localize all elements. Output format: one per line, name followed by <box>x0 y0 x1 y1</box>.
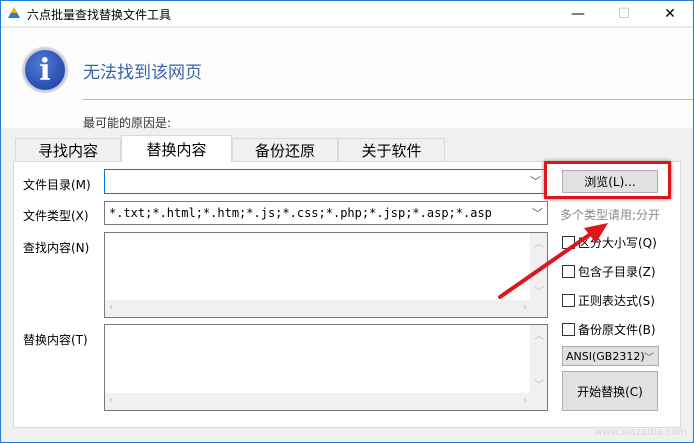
tab-replace[interactable]: 替换内容 <box>121 135 232 162</box>
app-window: 六点批量查找替换文件工具 — ☐ ✕ i 无法找到该网页 最可能的原因是: 寻找… <box>0 0 694 443</box>
chevron-down-icon[interactable]: ﹀ <box>532 205 543 221</box>
checkbox-box[interactable] <box>562 265 575 278</box>
title-bar: 六点批量查找替换文件工具 — ☐ ✕ <box>1 1 693 27</box>
encoding-select[interactable]: ANSI(GB2312) ﹀ <box>562 346 659 366</box>
type-hint: 多个类型请用;分开 <box>560 208 661 222</box>
replace-textarea[interactable]: ︿ ﹀ ‹ › <box>104 324 548 411</box>
checkbox-label: 区分大小写(Q) <box>578 236 657 250</box>
find-label: 查找内容(N) <box>23 241 90 255</box>
type-label: 文件类型(X) <box>23 209 89 223</box>
minimize-button[interactable]: — <box>555 1 601 27</box>
error-reason: 最可能的原因是: <box>83 116 172 130</box>
app-logo-icon <box>8 7 20 18</box>
error-header: i 无法找到该网页 最可能的原因是: <box>1 28 693 130</box>
checkbox-box[interactable] <box>562 323 575 336</box>
checkbox-label: 包含子目录(Z) <box>578 265 656 279</box>
checkbox-box[interactable] <box>562 236 575 249</box>
highlight-box <box>544 161 671 199</box>
type-value: *.txt;*.html;*.htm;*.js;*.css;*.php;*.js… <box>109 206 492 220</box>
window-title: 六点批量查找替换文件工具 <box>27 8 172 22</box>
chevron-down-icon[interactable]: ﹀ <box>644 349 654 364</box>
divider <box>83 99 693 100</box>
horizontal-scrollbar[interactable]: ‹ › <box>105 393 547 410</box>
watermark: www.xiazaiba.com <box>594 427 687 438</box>
backup-checkbox[interactable]: 备份原文件(B) <box>562 321 656 338</box>
type-combobox[interactable]: *.txt;*.html;*.htm;*.js;*.css;*.php;*.js… <box>104 201 548 225</box>
start-replace-button[interactable]: 开始替换(C) <box>562 371 658 411</box>
case-sensitive-checkbox[interactable]: 区分大小写(Q) <box>562 234 657 251</box>
dir-combobox[interactable]: ﹀ <box>104 169 546 194</box>
checkbox-label: 备份原文件(B) <box>578 323 656 337</box>
include-subdirs-checkbox[interactable]: 包含子目录(Z) <box>562 263 656 280</box>
error-title: 无法找到该网页 <box>83 63 202 83</box>
horizontal-scrollbar[interactable]: ‹ › <box>105 300 547 317</box>
regex-checkbox[interactable]: 正则表达式(S) <box>562 292 655 309</box>
tab-backup[interactable]: 备份还原 <box>232 138 338 162</box>
checkbox-label: 正则表达式(S) <box>578 294 655 308</box>
vertical-scrollbar[interactable]: ︿ ﹀ <box>530 325 547 393</box>
encoding-value: ANSI(GB2312) <box>566 349 645 363</box>
info-icon: i <box>23 48 67 92</box>
dir-label: 文件目录(M) <box>23 178 91 192</box>
maximize-button[interactable]: ☐ <box>601 1 647 27</box>
tab-find[interactable]: 寻找内容 <box>15 138 121 162</box>
vertical-scrollbar[interactable]: ︿ ﹀ <box>530 233 547 300</box>
replace-label: 替换内容(T) <box>23 333 88 347</box>
chevron-down-icon[interactable]: ﹀ <box>530 173 541 189</box>
close-button[interactable]: ✕ <box>647 1 693 27</box>
tab-about[interactable]: 关于软件 <box>338 138 445 162</box>
find-textarea[interactable]: ︿ ﹀ ‹ › <box>104 232 548 318</box>
checkbox-box[interactable] <box>562 294 575 307</box>
